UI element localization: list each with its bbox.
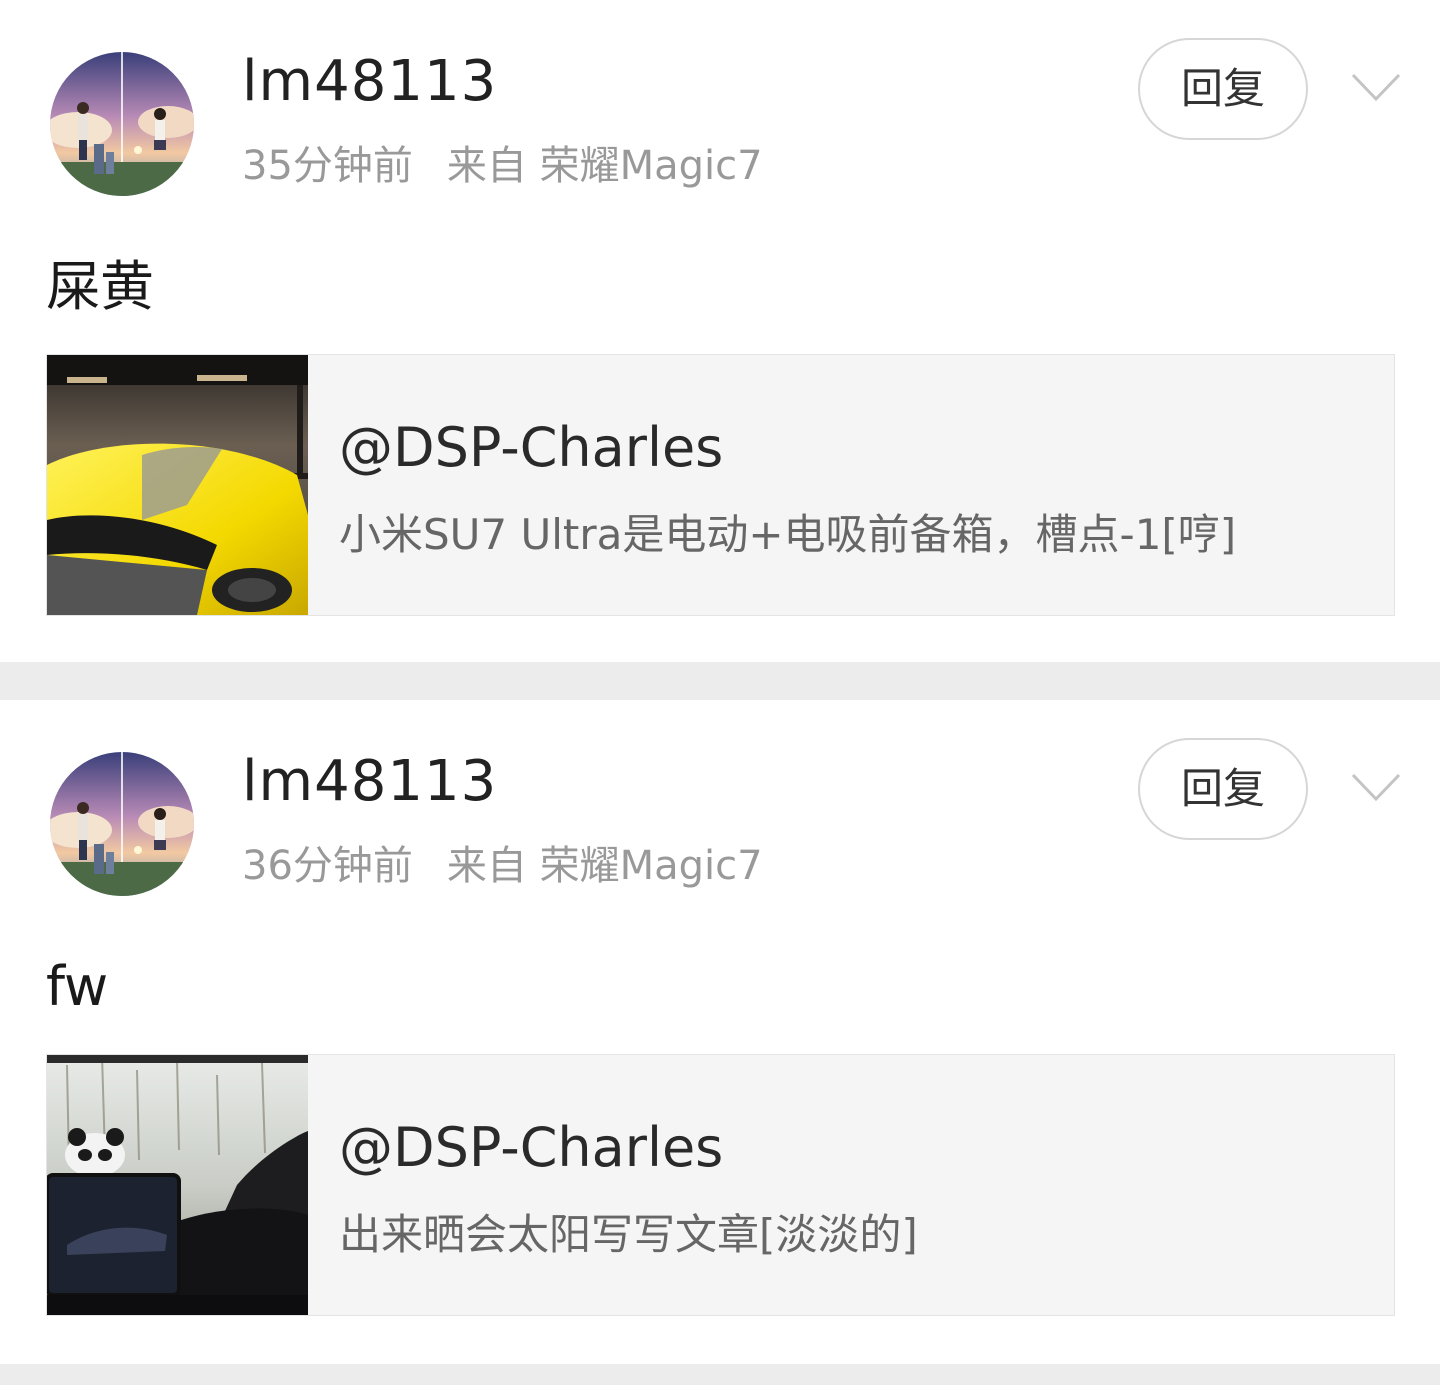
reply-button[interactable]: 回复 bbox=[1138, 738, 1308, 840]
quoted-post-thumbnail bbox=[47, 1055, 308, 1315]
reply-button[interactable]: 回复 bbox=[1138, 38, 1308, 140]
chevron-down-icon[interactable] bbox=[1350, 770, 1402, 804]
comment-text: 屎黄 bbox=[46, 255, 154, 318]
quoted-post-thumbnail bbox=[47, 355, 308, 615]
quoted-post-author[interactable]: @DSP-Charles bbox=[339, 1113, 723, 1183]
comment-meta: 36分钟前 来自 荣耀Magic7 bbox=[242, 838, 763, 894]
quoted-post-text: 出来晒会太阳写写文章[淡淡的] bbox=[339, 1210, 918, 1259]
quoted-post[interactable]: @DSP-Charles 出来晒会太阳写写文章[淡淡的] bbox=[46, 1054, 1395, 1316]
quoted-post-author[interactable]: @DSP-Charles bbox=[339, 413, 723, 483]
quoted-post[interactable]: @DSP-Charles 小米SU7 Ultra是电动+电吸前备箱，槽点-1[哼… bbox=[46, 354, 1395, 616]
avatar-image bbox=[50, 752, 194, 896]
username[interactable]: lm48113 bbox=[242, 746, 497, 818]
chevron-down-icon[interactable] bbox=[1350, 70, 1402, 104]
comment-source: 来自 荣耀Magic7 bbox=[446, 843, 763, 889]
comment-time: 35分钟前 bbox=[242, 143, 413, 189]
comment-text: fw bbox=[46, 955, 109, 1018]
comment-time: 36分钟前 bbox=[242, 843, 413, 889]
comment-meta: 35分钟前 来自 荣耀Magic7 bbox=[242, 138, 763, 194]
comment-card: lm48113 35分钟前 来自 荣耀Magic7 回复 屎黄 @DSP-Cha… bbox=[0, 0, 1440, 662]
quoted-post-text: 小米SU7 Ultra是电动+电吸前备箱，槽点-1[哼] bbox=[339, 510, 1237, 559]
avatar-image bbox=[50, 52, 194, 196]
username[interactable]: lm48113 bbox=[242, 46, 497, 118]
avatar[interactable] bbox=[50, 752, 194, 896]
avatar[interactable] bbox=[50, 52, 194, 196]
comment-source: 来自 荣耀Magic7 bbox=[446, 143, 763, 189]
comment-card: lm48113 36分钟前 来自 荣耀Magic7 回复 fw @DSP-Cha… bbox=[0, 700, 1440, 1364]
comment-feed: lm48113 35分钟前 来自 荣耀Magic7 回复 屎黄 @DSP-Cha… bbox=[0, 0, 1440, 1385]
